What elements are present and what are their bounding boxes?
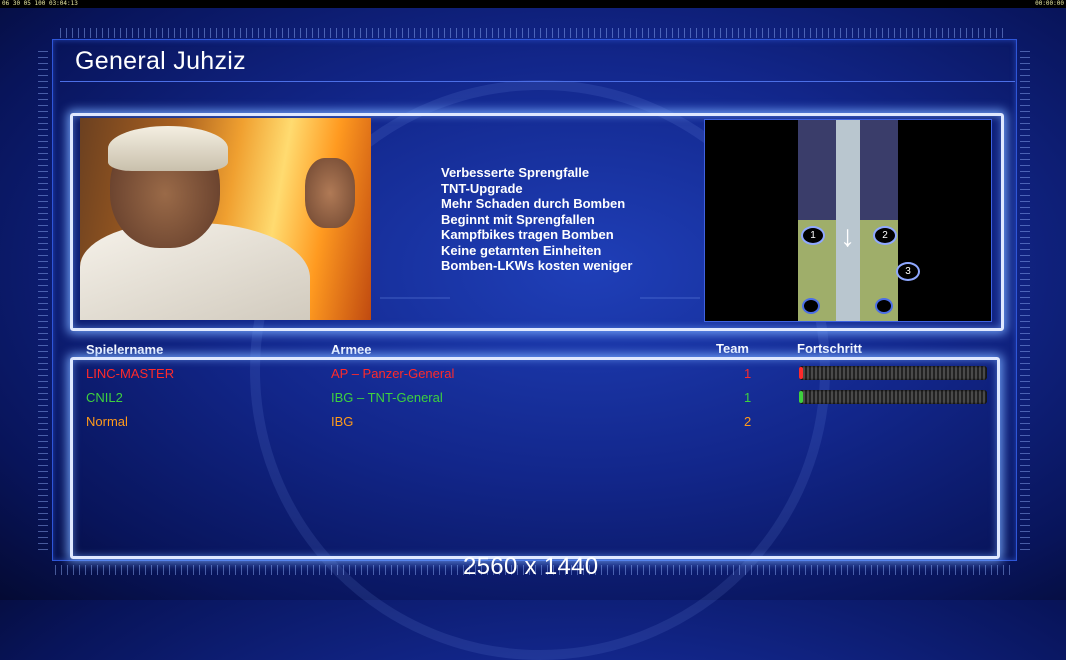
trait-item: Kampfbikes tragen Bomben [441, 227, 614, 242]
start-marker-1[interactable]: 1 [801, 226, 825, 245]
player-list-panel [70, 357, 1000, 559]
general-title: General Juhziz [75, 47, 246, 75]
player-team: 2 [744, 414, 752, 429]
trait-item: TNT-Upgrade [441, 180, 523, 196]
player-name: LINC-MASTER [86, 366, 175, 381]
ruler-right [1020, 50, 1030, 550]
header-team: Team [716, 341, 749, 356]
start-slot-empty[interactable] [802, 298, 820, 314]
general-traits-list: Verbesserte Sprengfalle TNT-Upgrade Mehr… [441, 165, 632, 274]
trait-item: Verbesserte Sprengfalle [441, 165, 590, 180]
player-army: AP – Panzer-General [331, 366, 455, 381]
player-army: IBG – TNT-General [331, 390, 443, 405]
start-marker-3[interactable]: 3 [896, 262, 920, 281]
player-team: 1 [744, 390, 752, 405]
header-army: Armee [331, 342, 372, 357]
trait-item: Mehr Schaden durch Bomben [441, 196, 626, 211]
general-portrait [80, 118, 371, 320]
ruler-left [38, 50, 48, 550]
title-divider [60, 81, 1015, 82]
player-name: Normal [86, 414, 128, 429]
header-progress: Fortschritt [797, 341, 862, 356]
status-bar: 06 30 05 100 03:04:13 00:00:00 [0, 0, 1066, 8]
trait-item: Bomben-LKWs kosten weniger [441, 258, 633, 273]
map-preview: ↓ 1 2 3 [704, 119, 992, 322]
player-army: IBG [331, 414, 354, 429]
progress-fill [799, 367, 803, 379]
player-team: 1 [744, 366, 752, 381]
trait-item: Beginnt mit Sprengfallen [441, 211, 595, 227]
player-name: CNIL2 [86, 390, 123, 405]
progress-bar [799, 390, 987, 404]
arrow-down-icon: ↓ [840, 220, 855, 253]
start-slot-empty[interactable] [875, 298, 893, 314]
status-left-text: 06 30 05 100 03:04:13 [2, 0, 78, 7]
progress-bar [799, 366, 987, 380]
resolution-label: 2560 x 1440 [463, 553, 599, 580]
ruler-top [60, 28, 1005, 38]
progress-fill [799, 391, 803, 403]
trait-item: Keine getarnten Einheiten [441, 242, 602, 258]
header-player-name: Spielername [86, 342, 164, 357]
status-right-text: 00:00:00 [1035, 0, 1064, 7]
start-marker-2[interactable]: 2 [873, 226, 897, 245]
